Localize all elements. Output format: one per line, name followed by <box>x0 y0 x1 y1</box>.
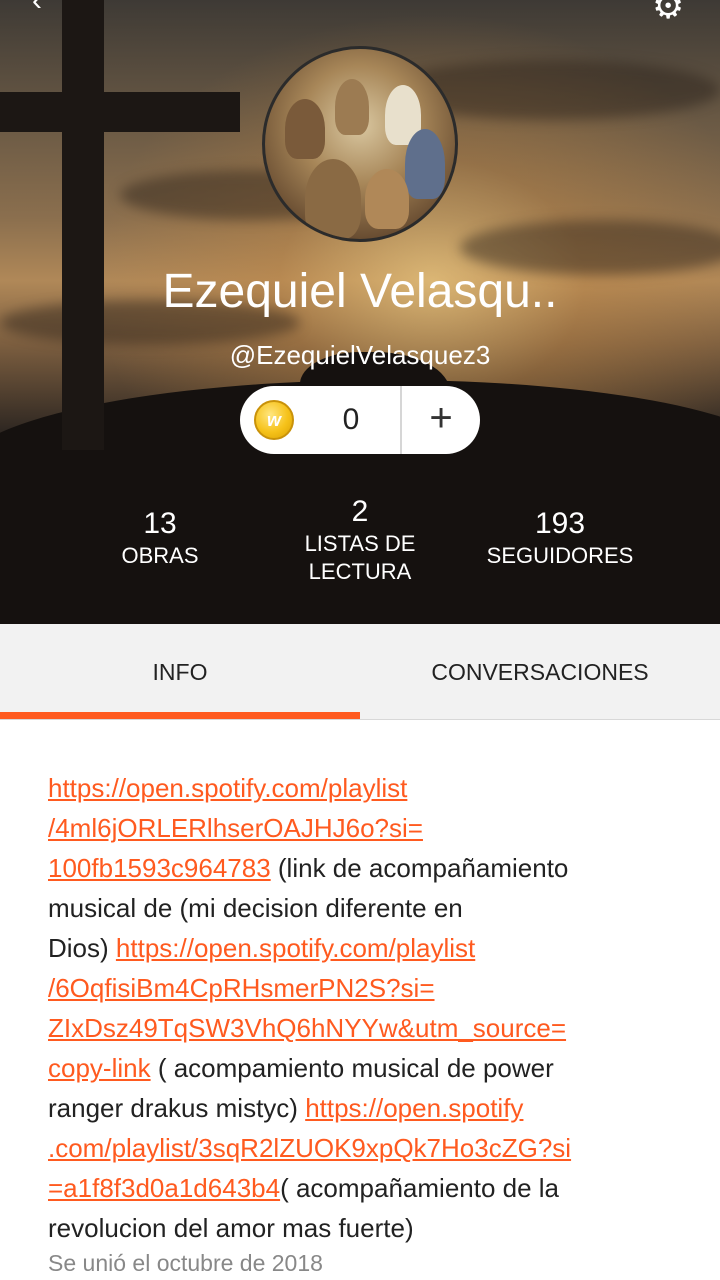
joined-date: Se unió el octubre de 2018 <box>48 1250 323 1276</box>
gear-icon[interactable]: ⚙ <box>652 0 684 24</box>
avatar[interactable] <box>262 46 458 242</box>
stat-followers-label: SEGUIDORES <box>486 543 634 568</box>
bio-text: musical de (mi decision diferente en <box>48 893 463 923</box>
spotify-link-1[interactable]: 100fb1593c964783 <box>48 853 271 883</box>
spotify-link-2[interactable]: /6OqfisiBm4CpRHsmerPN2S?si= <box>48 973 435 1003</box>
cross-beam-silhouette <box>0 92 240 132</box>
stat-followers[interactable]: 193 SEGUIDORES <box>440 506 680 570</box>
profile-handle: @EzequielVelasquez3 <box>229 340 491 370</box>
cross-silhouette <box>62 0 104 450</box>
bio-text: ( acompañamiento de la <box>280 1173 560 1203</box>
coin-count: 0 <box>342 403 360 436</box>
profile-header: ‹ ⚙ Ezequiel Velasqu.. @EzequielVelasque… <box>0 0 720 624</box>
spotify-link-1[interactable]: /4ml6jORLERlhserOAJHJ6o?si= <box>48 813 423 843</box>
spotify-link-2[interactable]: https://open.spotify.com/playlist <box>116 933 475 963</box>
tab-info[interactable]: INFO <box>0 624 360 720</box>
spotify-link-3[interactable]: https://open.spotify <box>305 1093 523 1123</box>
bio-text: (link de acompañamiento <box>270 853 569 883</box>
bio-text: ranger drakus mistyc) <box>48 1093 306 1123</box>
spotify-link-1[interactable]: https://open.spotify.com/playlist <box>48 773 407 803</box>
spotify-link-2[interactable]: copy-link <box>48 1053 151 1083</box>
tab-conversations[interactable]: CONVERSACIONES <box>360 624 720 720</box>
spotify-link-3[interactable]: =a1f8f3d0a1d643b4 <box>48 1173 280 1203</box>
back-arrow-icon[interactable]: ‹ <box>32 0 42 16</box>
coin-balance-pill: w 0 + <box>240 386 480 454</box>
profile-display-name: Ezequiel Velasqu.. <box>162 265 558 318</box>
active-tab-indicator <box>0 712 360 719</box>
profile-tabs: INFO CONVERSACIONES <box>0 624 720 720</box>
bio-text: ( acompamiento musical de power <box>150 1053 554 1083</box>
add-coins-button[interactable]: + <box>402 386 480 454</box>
coin-icon: w <box>254 400 294 440</box>
spotify-link-2[interactable]: ZIxDsz49TqSW3VhQ6hNYYw&utm_source= <box>48 1013 566 1043</box>
bio-text: revolucion del amor mas fuerte) <box>48 1213 414 1243</box>
stat-followers-value: 193 <box>534 507 586 540</box>
profile-bio: https://open.spotify.com/playlist /4ml6j… <box>48 768 678 1248</box>
spotify-link-3[interactable]: .com/playlist/3sqR2lZUOK9xpQk7Ho3cZG?si <box>48 1133 571 1163</box>
bio-text: Dios) <box>48 933 116 963</box>
